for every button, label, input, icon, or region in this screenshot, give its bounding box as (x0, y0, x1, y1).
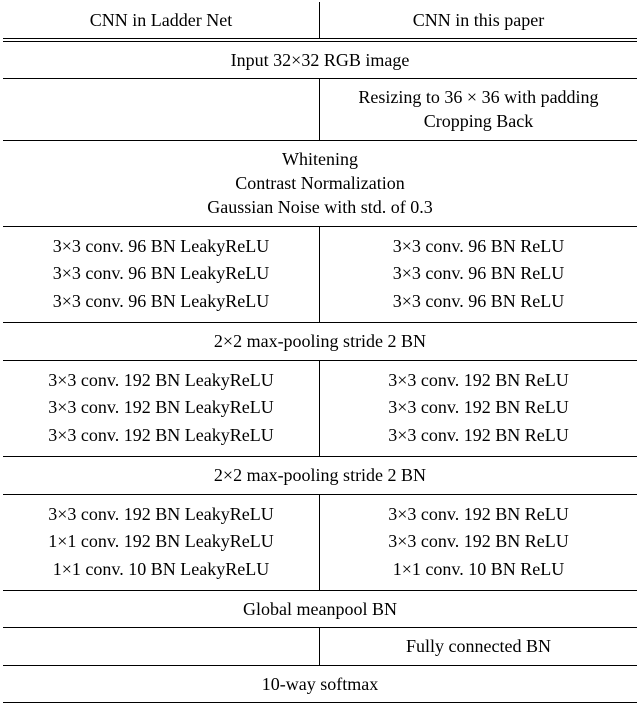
conv-line: 3×3 conv. 192 BN LeakyReLU (48, 501, 273, 529)
conv-line: 3×3 conv. 96 BN ReLU (393, 233, 564, 261)
pool-1: 2×2 max-pooling stride 2 BN (3, 323, 637, 359)
preproc-right: Resizing to 36 × 36 with padding Croppin… (320, 79, 637, 140)
conv-line: 3×3 conv. 192 BN LeakyReLU (48, 394, 273, 422)
conv-block-2-right: 3×3 conv. 192 BN ReLU 3×3 conv. 192 BN R… (320, 361, 637, 457)
conv-line: 1×1 conv. 192 BN LeakyReLU (48, 528, 273, 556)
fc-right: Fully connected BN (320, 628, 637, 664)
conv-block-1-left: 3×3 conv. 96 BN LeakyReLU 3×3 conv. 96 B… (3, 227, 320, 323)
softmax-row: 10-way softmax (3, 666, 637, 702)
conv-line: 3×3 conv. 96 BN LeakyReLU (53, 288, 269, 316)
preproc-resize-row: Resizing to 36 × 36 with padding Croppin… (3, 79, 637, 140)
conv-line: 3×3 conv. 96 BN LeakyReLU (53, 233, 269, 261)
conv-block-1-right: 3×3 conv. 96 BN ReLU 3×3 conv. 96 BN ReL… (320, 227, 637, 323)
conv-line: 1×1 conv. 10 BN LeakyReLU (53, 556, 269, 584)
architecture-table: CNN in Ladder Net CNN in this paper Inpu… (0, 0, 640, 713)
fully-connected-row: Fully connected BN (3, 628, 637, 664)
conv-line: 3×3 conv. 192 BN ReLU (388, 528, 568, 556)
pool-2: 2×2 max-pooling stride 2 BN (3, 457, 637, 493)
col-header-right: CNN in this paper (320, 2, 637, 38)
table-header-row: CNN in Ladder Net CNN in this paper (3, 2, 637, 38)
input-row: Input 32×32 RGB image (3, 42, 637, 78)
col-header-left: CNN in Ladder Net (3, 2, 320, 38)
conv-line: 3×3 conv. 192 BN ReLU (388, 422, 568, 450)
conv-block-3-left: 3×3 conv. 192 BN LeakyReLU 1×1 conv. 192… (3, 495, 320, 591)
conv-block-1: 3×3 conv. 96 BN LeakyReLU 3×3 conv. 96 B… (3, 227, 637, 323)
fc-left-empty (3, 628, 320, 664)
preproc-left-empty (3, 79, 320, 140)
conv-block-3: 3×3 conv. 192 BN LeakyReLU 1×1 conv. 192… (3, 495, 637, 591)
conv-line: 3×3 conv. 96 BN ReLU (393, 260, 564, 288)
conv-line: 1×1 conv. 10 BN ReLU (393, 556, 564, 584)
common-preproc: Whitening Contrast Normalization Gaussia… (3, 141, 637, 226)
conv-line: 3×3 conv. 96 BN ReLU (393, 288, 564, 316)
conv-line: 3×3 conv. 192 BN ReLU (388, 394, 568, 422)
conv-block-2: 3×3 conv. 192 BN LeakyReLU 3×3 conv. 192… (3, 361, 637, 457)
conv-line: 3×3 conv. 96 BN LeakyReLU (53, 260, 269, 288)
conv-line: 3×3 conv. 192 BN ReLU (388, 501, 568, 529)
conv-line: 3×3 conv. 192 BN ReLU (388, 367, 568, 395)
global-meanpool: Global meanpool BN (3, 591, 637, 627)
conv-line: 3×3 conv. 192 BN LeakyReLU (48, 422, 273, 450)
conv-block-3-right: 3×3 conv. 192 BN ReLU 3×3 conv. 192 BN R… (320, 495, 637, 591)
conv-line: 3×3 conv. 192 BN LeakyReLU (48, 367, 273, 395)
conv-block-2-left: 3×3 conv. 192 BN LeakyReLU 3×3 conv. 192… (3, 361, 320, 457)
